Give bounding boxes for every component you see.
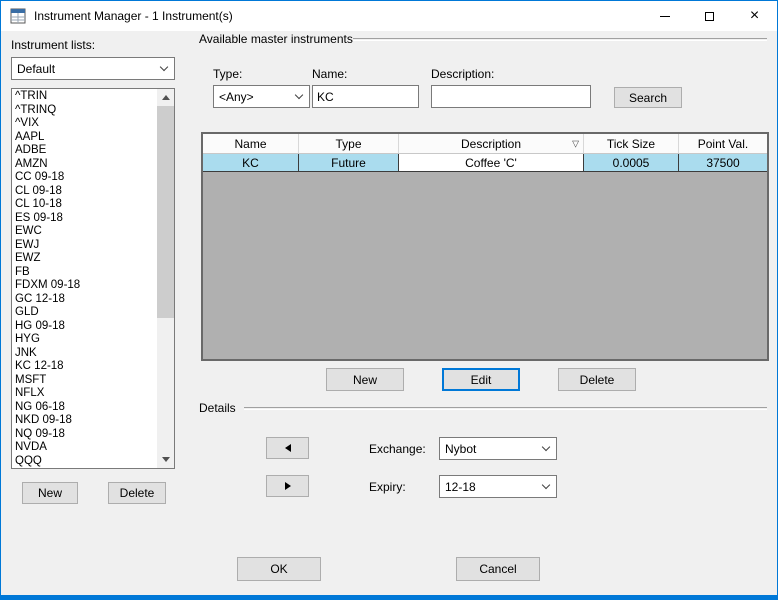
scroll-up-button[interactable] (157, 89, 174, 106)
type-label: Type: (213, 67, 243, 81)
details-group-label: Details (199, 401, 236, 415)
exchange-label: Exchange: (369, 442, 426, 456)
list-item[interactable]: NKD 09-18 (12, 414, 157, 428)
master-delete-button[interactable]: Delete (558, 368, 636, 391)
cell-point-val[interactable]: 37500 (679, 154, 767, 171)
window-title: Instrument Manager - 1 Instrument(s) (34, 9, 233, 23)
list-item[interactable]: ^TRINQ (12, 104, 157, 118)
list-item[interactable]: QQQ (12, 455, 157, 469)
master-group-label: Available master instruments (199, 32, 353, 46)
list-item[interactable]: EWC (12, 225, 157, 239)
chevron-down-icon (291, 86, 307, 107)
list-item[interactable]: HG 09-18 (12, 320, 157, 334)
list-item[interactable]: EWJ (12, 239, 157, 253)
type-dropdown[interactable]: <Any> (213, 85, 310, 108)
instrument-lists-label: Instrument lists: (11, 38, 96, 52)
list-item[interactable]: MSFT (12, 374, 157, 388)
list-item[interactable]: ^TRIN (12, 90, 157, 104)
list-item[interactable]: GLD (12, 306, 157, 320)
list-item[interactable]: FDXM 09-18 (12, 279, 157, 293)
ok-button[interactable]: OK (237, 557, 321, 581)
table-row[interactable]: KC Future Coffee 'C' 0.0005 37500 (203, 154, 767, 172)
list-item[interactable]: CL 09-18 (12, 185, 157, 199)
column-header-name[interactable]: Name (203, 134, 299, 153)
list-item[interactable]: KC 12-18 (12, 360, 157, 374)
window-controls: × (642, 1, 777, 31)
column-header-type[interactable]: Type (299, 134, 399, 153)
scroll-down-button[interactable] (157, 451, 174, 468)
cell-name[interactable]: KC (203, 154, 299, 171)
left-arrow-icon (284, 444, 291, 452)
cell-description[interactable]: Coffee 'C' (399, 154, 584, 171)
list-item[interactable]: AAPL (12, 131, 157, 145)
list-new-button[interactable]: New (22, 482, 78, 504)
right-arrow-icon (284, 482, 291, 490)
list-item[interactable]: ^VIX (12, 117, 157, 131)
title-bar: Instrument Manager - 1 Instrument(s) × (1, 1, 777, 31)
list-item[interactable]: EWZ (12, 252, 157, 266)
app-icon (10, 8, 26, 24)
master-group-separator (353, 38, 767, 40)
listbox-scrollbar[interactable] (157, 89, 174, 468)
instrument-list-value: Default (17, 61, 56, 76)
master-new-button[interactable]: New (326, 368, 404, 391)
details-group-separator (244, 407, 767, 409)
scroll-down-icon (161, 457, 170, 462)
list-item[interactable]: CL 10-18 (12, 198, 157, 212)
chevron-down-icon (156, 58, 172, 79)
list-item[interactable]: ADBE (12, 144, 157, 158)
move-right-button[interactable] (266, 475, 309, 497)
symbol-list: ^TRIN ^TRINQ ^VIX AAPL ADBE AMZN CC 09-18 CL 09… (12, 90, 157, 468)
minimize-icon (659, 15, 670, 17)
description-input[interactable] (431, 85, 591, 108)
maximize-icon (705, 11, 714, 21)
name-label: Name: (312, 67, 348, 81)
list-item[interactable]: GC 12-18 (12, 293, 157, 307)
table-header: Name Type Description ▽ Tick Size Point … (203, 134, 767, 154)
column-header-point-val[interactable]: Point Val. (679, 134, 767, 153)
list-item[interactable]: AMZN (12, 158, 157, 172)
scrollbar-thumb[interactable] (157, 106, 174, 318)
description-label: Description: (431, 67, 495, 81)
master-edit-button[interactable]: Edit (442, 368, 520, 391)
search-button[interactable]: Search (614, 87, 682, 108)
cell-type[interactable]: Future (299, 154, 399, 171)
list-item[interactable]: NQ 09-18 (12, 428, 157, 442)
minimize-button[interactable] (642, 1, 687, 31)
list-delete-button[interactable]: Delete (108, 482, 166, 504)
column-header-description[interactable]: Description ▽ (399, 134, 584, 153)
name-input[interactable] (312, 85, 419, 108)
list-item[interactable]: NFLX (12, 387, 157, 401)
instrument-manager-window: Instrument Manager - 1 Instrument(s) × I… (0, 0, 778, 600)
list-item[interactable]: HYG (12, 333, 157, 347)
list-item[interactable]: JNK (12, 347, 157, 361)
move-left-button[interactable] (266, 437, 309, 459)
list-item[interactable]: NVDA (12, 441, 157, 455)
list-item[interactable]: ES 09-18 (12, 212, 157, 226)
scroll-up-icon (161, 95, 170, 100)
list-item[interactable]: NG 06-18 (12, 401, 157, 415)
master-instruments-table: Name Type Description ▽ Tick Size Point … (201, 132, 769, 361)
instrument-list-dropdown[interactable]: Default (11, 57, 175, 80)
chevron-down-icon (538, 438, 554, 459)
column-header-tick-size[interactable]: Tick Size (584, 134, 679, 153)
symbol-listbox: ^TRIN ^TRINQ ^VIX AAPL ADBE AMZN CC 09-18 CL 09… (11, 88, 175, 469)
cancel-button[interactable]: Cancel (456, 557, 540, 581)
list-item[interactable]: CC 09-18 (12, 171, 157, 185)
close-button[interactable]: × (732, 1, 777, 31)
cell-tick-size[interactable]: 0.0005 (584, 154, 679, 171)
exchange-dropdown[interactable]: Nybot (439, 437, 557, 460)
chevron-down-icon (538, 476, 554, 497)
expiry-label: Expiry: (369, 480, 406, 494)
close-icon: × (749, 7, 760, 24)
list-item[interactable]: FB (12, 266, 157, 280)
expiry-dropdown[interactable]: 12-18 (439, 475, 557, 498)
sort-desc-icon: ▽ (572, 138, 579, 148)
maximize-button[interactable] (687, 1, 732, 31)
